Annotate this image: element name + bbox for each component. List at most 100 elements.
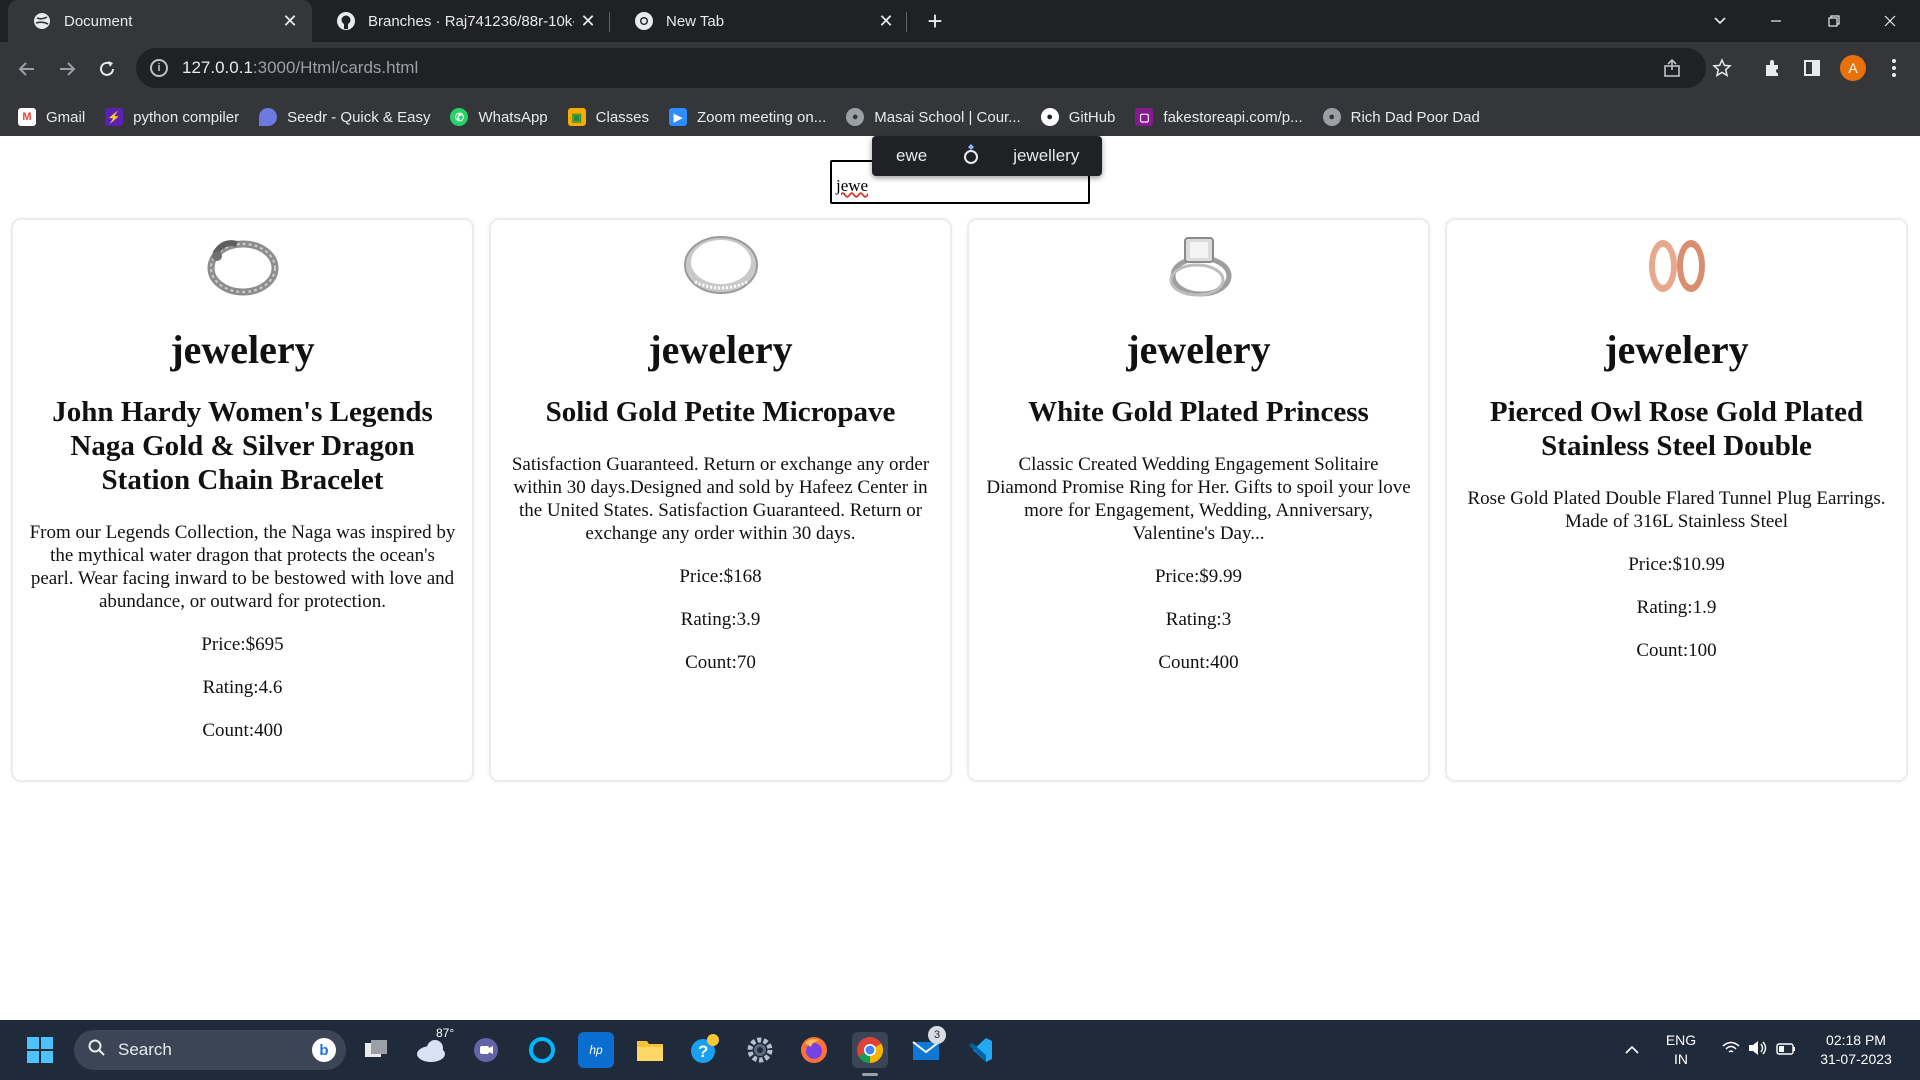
bookmark-label: python compiler [133,108,240,126]
bookmark-label: fakestoreapi.com/p... [1163,108,1303,126]
product-price: Price:$10.99 [1628,554,1725,575]
show-hidden-icons-chevron-icon[interactable] [1616,1020,1648,1080]
tab-document[interactable]: Document ✕ [8,0,312,42]
page-content: jewe ewe jewellery jewelery John Hardy W… [0,136,1920,1020]
vscode-icon[interactable] [962,1032,998,1068]
product-category: jewelery [1604,327,1749,372]
restore-button[interactable] [1806,0,1862,42]
bing-icon[interactable]: b [312,1038,336,1062]
fakestore-icon: ▢ [1135,108,1154,126]
bookmark-classes[interactable]: ▣ Classes [567,108,650,126]
weather-widget[interactable]: 87° [414,1026,454,1068]
bookmark-whatsapp[interactable]: ✆ WhatsApp [450,108,548,126]
firefox-icon[interactable] [796,1032,832,1068]
side-panel-icon[interactable] [1798,54,1826,82]
settings-gear-icon[interactable] [742,1032,778,1068]
close-window-button[interactable] [1862,0,1918,42]
close-icon[interactable]: ✕ [574,7,602,35]
ring-emoji-icon[interactable] [963,143,979,170]
system-tray-icons[interactable] [1714,1020,1804,1080]
chrome-icon [634,11,654,31]
product-card: jewelery Pierced Owl Rose Gold Plated St… [1445,218,1908,782]
minimize-button[interactable] [1748,0,1804,42]
file-explorer-icon[interactable] [632,1032,668,1068]
battery-icon [1776,1041,1796,1060]
share-icon[interactable] [1660,56,1684,80]
band-ring-image [681,230,761,300]
bookmark-rich-dad-poor-dad[interactable]: ● Rich Dad Poor Dad [1322,108,1480,126]
mail-icon[interactable]: 3 [908,1026,946,1068]
product-count: Count:400 [202,720,283,741]
autofill-suggestion-2[interactable]: jewellery [1013,146,1079,166]
product-count: Count:100 [1636,640,1717,661]
bracelet-image [203,230,283,300]
product-description: Rose Gold Plated Double Flared Tunnel Pl… [1467,488,1886,532]
svg-text:?: ? [698,1042,708,1061]
product-category: jewelery [170,327,315,372]
product-rating: Rating:3 [1165,609,1232,630]
globe-icon [32,11,52,31]
extensions-icon[interactable] [1758,54,1786,82]
new-tab-button[interactable]: + [918,4,952,38]
teams-chat-icon[interactable] [468,1032,504,1068]
seedr-icon [259,108,278,126]
address-bar[interactable]: i 127.0.0.1:3000/Html/cards.html [136,48,1706,88]
close-icon[interactable]: ✕ [276,7,304,35]
product-count: Count:400 [1158,652,1239,673]
back-button[interactable] [8,50,46,88]
url-text: 127.0.0.1:3000/Html/cards.html [182,58,418,78]
language-indicator[interactable]: ENG IN [1660,1020,1702,1080]
bookmark-github[interactable]: ● GitHub [1040,108,1116,126]
bookmark-label: GitHub [1068,108,1116,126]
site-info-icon[interactable]: i [150,59,168,77]
tab-title: Branches · Raj741236/88r-10k-co [368,12,574,30]
autofill-suggestion-1[interactable]: ewe [896,146,927,166]
search-input-value: jewe [836,176,869,195]
windows-start-icon[interactable] [22,1032,58,1068]
close-icon[interactable]: ✕ [872,7,900,35]
wifi-icon [1722,1041,1740,1060]
autofill-suggestion-popup[interactable]: ewe jewellery [872,136,1102,176]
tab-new-tab[interactable]: New Tab ✕ [610,0,908,42]
github-icon: ● [1040,108,1059,126]
more-menu-icon[interactable] [1880,54,1908,82]
product-description: Classic Created Wedding Engagement Solit… [986,454,1411,544]
reload-button[interactable] [88,50,126,88]
get-help-icon[interactable]: ? [686,1032,722,1068]
task-view-icon[interactable] [358,1032,394,1068]
bookmark-masai-school[interactable]: ● Masai School | Cour... [846,108,1021,126]
bookmark-python-compiler[interactable]: ⚡ python compiler [105,108,239,126]
product-title: Solid Gold Petite Micropave [545,396,896,428]
volume-icon [1748,1040,1768,1061]
bookmark-zoom[interactable]: ▶ Zoom meeting on... [669,108,826,126]
product-rating: Rating:1.9 [1636,597,1717,618]
weather-temperature: 87° [436,1026,455,1040]
clock[interactable]: 02:18 PM 31-07-2023 [1806,1020,1906,1080]
bookmark-label: Classes [595,108,650,126]
tab-separator [906,12,907,32]
taskbar-search-label: Search [118,1040,172,1059]
cortana-icon[interactable] [524,1032,560,1068]
profile-avatar[interactable]: A [1840,55,1866,81]
bookmark-star-icon[interactable] [1708,54,1736,82]
bookmark-seedr[interactable]: Seedr - Quick & Easy [259,108,430,126]
product-card: jewelery Solid Gold Petite Micropave Sat… [489,218,952,782]
hp-smart-icon[interactable]: hp [578,1032,614,1068]
tab-search-chevron-icon[interactable] [1692,0,1748,42]
plug-earrings-image [1637,230,1717,300]
product-description: Satisfaction Guaranteed. Return or excha… [511,454,930,544]
chrome-taskbar-icon[interactable] [852,1032,888,1076]
bookmark-gmail[interactable]: M Gmail [18,108,85,126]
tab-github-branches[interactable]: Branches · Raj741236/88r-10k-co ✕ [312,0,610,42]
gmail-icon: M [18,108,36,126]
product-description: From our Legends Collection, the Naga wa… [29,522,456,612]
product-title: John Hardy Women's Legends Naga Gold & S… [52,396,433,496]
bookmark-fakestoreapi[interactable]: ▢ fakestoreapi.com/p... [1135,108,1303,126]
tab-title: Document [64,12,133,30]
tab-title: New Tab [666,12,725,30]
taskbar-search-box[interactable]: Search b [74,1030,346,1070]
product-category: jewelery [1126,327,1271,372]
forward-button[interactable] [48,50,86,88]
product-price: Price:$9.99 [1154,566,1243,587]
bookmark-label: Rich Dad Poor Dad [1350,108,1480,126]
